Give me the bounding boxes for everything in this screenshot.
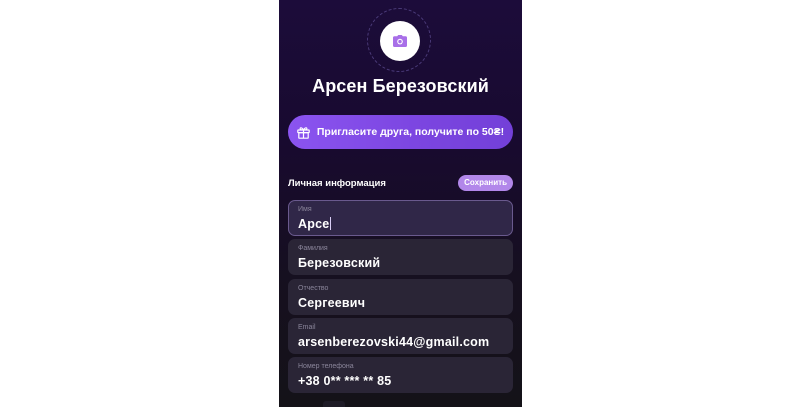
- field-label: Номер телефона: [298, 363, 354, 370]
- profile-name: Арсен Березовский: [312, 76, 489, 96]
- phone-field[interactable]: Номер телефона +38 0** *** ** 85: [288, 357, 513, 393]
- phone-value: +38 0** *** ** 85: [298, 374, 392, 388]
- save-button[interactable]: Сохранить: [458, 175, 513, 191]
- field-label: Фамилия: [298, 245, 328, 252]
- patronymic-field[interactable]: Отчество Сергеевич: [288, 279, 513, 315]
- gift-icon: [297, 126, 310, 139]
- field-label: Имя: [298, 206, 312, 213]
- field-label: Email: [298, 324, 316, 331]
- text-caret: [330, 217, 332, 230]
- profile-screen: Арсен Березовский Пригласите друга, полу…: [279, 0, 522, 407]
- first-name-value: Арсе: [298, 217, 330, 231]
- email-field[interactable]: Email arsenberezovski44@gmail.com: [288, 318, 513, 354]
- field-label: Отчество: [298, 285, 329, 292]
- last-name-value: Березовский: [298, 256, 381, 270]
- invite-friend-button[interactable]: Пригласите друга, получите по 50₴!: [288, 115, 513, 149]
- patronymic-value: Сергеевич: [298, 296, 366, 310]
- first-name-field[interactable]: Имя Арсе: [288, 200, 513, 236]
- last-name-field[interactable]: Фамилия Березовский: [288, 239, 513, 275]
- email-value: arsenberezovski44@gmail.com: [298, 335, 490, 349]
- camera-icon: [393, 35, 407, 47]
- invite-label: Пригласите друга, получите по 50₴!: [316, 126, 505, 138]
- personal-info-header: Личная информация Сохранить: [288, 175, 513, 191]
- avatar-upload-button[interactable]: [380, 21, 420, 61]
- section-title: Личная информация: [288, 178, 386, 189]
- next-field-hint: [323, 401, 345, 407]
